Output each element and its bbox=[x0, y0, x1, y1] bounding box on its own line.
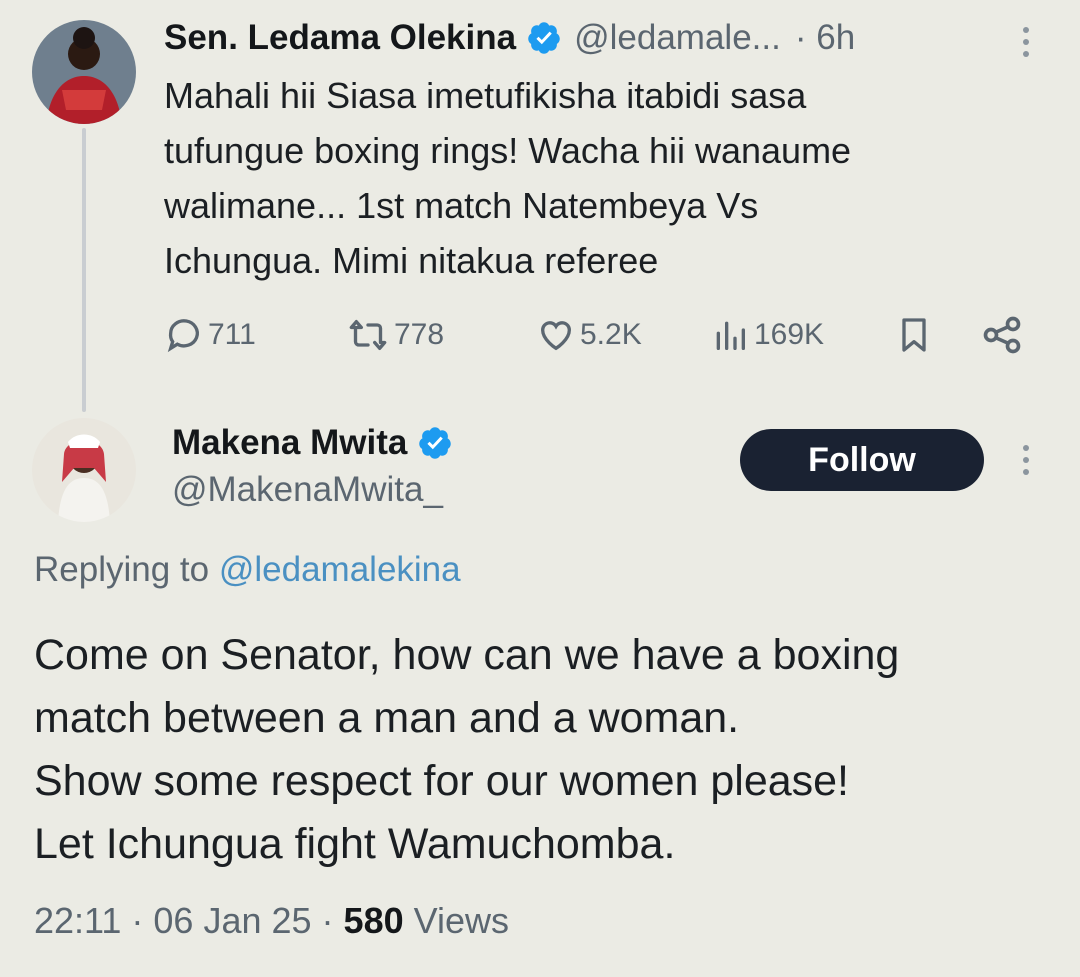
reply-text-line: Let Ichungua fight Wamuchomba. bbox=[34, 820, 676, 868]
views-count: 580 bbox=[343, 900, 404, 941]
views-action[interactable]: 169K bbox=[710, 308, 824, 362]
author-name[interactable]: Sen. Ledama Olekina bbox=[164, 18, 516, 58]
reply-icon bbox=[164, 315, 204, 355]
repost-icon bbox=[346, 315, 390, 355]
tweet-text-line: Ichungua. Mimi nitakua referee bbox=[164, 240, 659, 281]
repost-count: 778 bbox=[394, 318, 445, 351]
parent-header: Sen. Ledama Olekina @ledamale... · 6h bbox=[164, 14, 855, 62]
reply-header: Makena Mwita bbox=[172, 420, 453, 466]
reply-count: 711 bbox=[208, 318, 256, 351]
tweet-text-line: Mahali hii Siasa imetufikisha itabidi sa… bbox=[164, 75, 807, 116]
reply-text-line: Come on Senator, how can we have a boxin… bbox=[34, 631, 900, 679]
like-icon bbox=[536, 315, 576, 355]
more-icon[interactable] bbox=[1016, 440, 1036, 480]
verified-badge-icon bbox=[417, 425, 453, 461]
reply-author-name[interactable]: Makena Mwita bbox=[172, 423, 407, 463]
bookmark-icon[interactable] bbox=[894, 308, 934, 362]
reply-text-line: match between a man and a woman. bbox=[34, 694, 740, 742]
reply-author-handle[interactable]: @MakenaMwita_ bbox=[172, 470, 443, 510]
views-count: 169K bbox=[754, 318, 825, 351]
author-handle[interactable]: @ledamale... bbox=[574, 18, 781, 58]
reply-text-line: Show some respect for our women please! bbox=[34, 757, 850, 805]
avatar-makena[interactable] bbox=[32, 418, 136, 522]
timestamp[interactable]: 22:11 · 06 Jan 25 · bbox=[34, 900, 334, 941]
reply-text: Come on Senator, how can we have a boxin… bbox=[34, 624, 1064, 876]
reply-action[interactable]: 711 bbox=[164, 308, 256, 362]
replying-mention-link[interactable]: @ledamalekina bbox=[219, 550, 461, 589]
like-action[interactable]: 5.2K bbox=[536, 308, 642, 362]
like-count: 5.2K bbox=[580, 318, 642, 351]
tweet-text-line: tufungue boxing rings! Wacha hii wanaume bbox=[164, 130, 852, 171]
tweet-time[interactable]: · 6h bbox=[795, 18, 855, 58]
views-label: Views bbox=[413, 900, 510, 941]
follow-button[interactable]: Follow bbox=[740, 429, 984, 491]
views-icon bbox=[710, 315, 750, 355]
verified-badge-icon bbox=[526, 20, 562, 56]
repost-action[interactable]: 778 bbox=[346, 308, 444, 362]
tweet-meta: 22:11 · 06 Jan 25 · 580 Views bbox=[34, 900, 509, 942]
avatar-ledama[interactable] bbox=[32, 20, 136, 124]
tweet-text-line: walimane... 1st match Natembeya Vs bbox=[164, 185, 759, 226]
share-icon[interactable] bbox=[980, 308, 1024, 362]
thread-line bbox=[82, 128, 86, 412]
more-icon[interactable] bbox=[1016, 22, 1036, 62]
replying-to: Replying to @ledamalekina bbox=[34, 550, 461, 590]
tweet-text: Mahali hii Siasa imetufikisha itabidi sa… bbox=[164, 68, 1044, 288]
replying-prefix: Replying to bbox=[34, 550, 210, 589]
action-bar: 711 778 5.2K 169K bbox=[164, 308, 1034, 362]
